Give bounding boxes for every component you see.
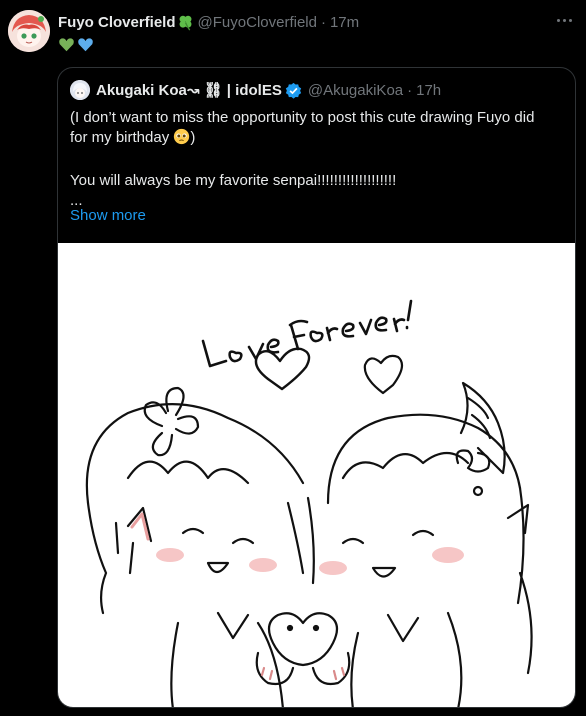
quote-line: for my birthday ) bbox=[70, 128, 565, 151]
author-handle[interactable]: @FuyoCloverfield bbox=[198, 14, 317, 31]
quote-line: You will always be my favorite senpai!!!… bbox=[70, 172, 397, 189]
blue-heart-icon bbox=[77, 36, 94, 58]
quote-line bbox=[70, 151, 565, 171]
separator-dot: · bbox=[320, 13, 326, 31]
quote-author-name: Akugaki Koa ↝ ⛓ | idolES bbox=[96, 81, 282, 100]
show-more-link[interactable]: Show more bbox=[70, 207, 146, 224]
tweet-text bbox=[58, 36, 94, 58]
four-leaf-clover-icon bbox=[177, 14, 194, 31]
tweet[interactable]: Fuyo Cloverfield @FuyoCloverfield · 17m bbox=[0, 0, 586, 716]
quote-header: Akugaki Koa ↝ ⛓ | idolES @AkugakiKoa · 1… bbox=[70, 80, 441, 100]
quote-image[interactable] bbox=[58, 243, 575, 707]
quote-time: 17h bbox=[416, 81, 442, 99]
quote-text: (I don’t want to miss the opportunity to… bbox=[70, 108, 565, 211]
tweet-time[interactable]: 17m bbox=[330, 14, 359, 31]
quoted-tweet[interactable]: Akugaki Koa ↝ ⛓ | idolES @AkugakiKoa · 1… bbox=[57, 67, 576, 708]
quote-line: (I don’t want to miss the opportunity to… bbox=[70, 109, 535, 126]
pleading-face-icon bbox=[173, 128, 190, 151]
love-forever-lettering bbox=[201, 299, 413, 368]
quote-author-handle: @AkugakiKoa bbox=[307, 81, 404, 99]
clover-ornament bbox=[143, 386, 200, 457]
heart-doodle bbox=[254, 347, 311, 391]
author-avatar[interactable] bbox=[8, 10, 50, 52]
quote-author-avatar bbox=[70, 80, 90, 100]
more-options-icon[interactable] bbox=[552, 10, 576, 30]
author-name[interactable]: Fuyo Cloverfield bbox=[58, 14, 176, 31]
green-heart-icon bbox=[58, 36, 75, 58]
verified-badge-icon bbox=[285, 82, 302, 99]
separator-dot: · bbox=[407, 81, 413, 99]
tweet-header: Fuyo Cloverfield @FuyoCloverfield · 17m bbox=[58, 12, 359, 32]
